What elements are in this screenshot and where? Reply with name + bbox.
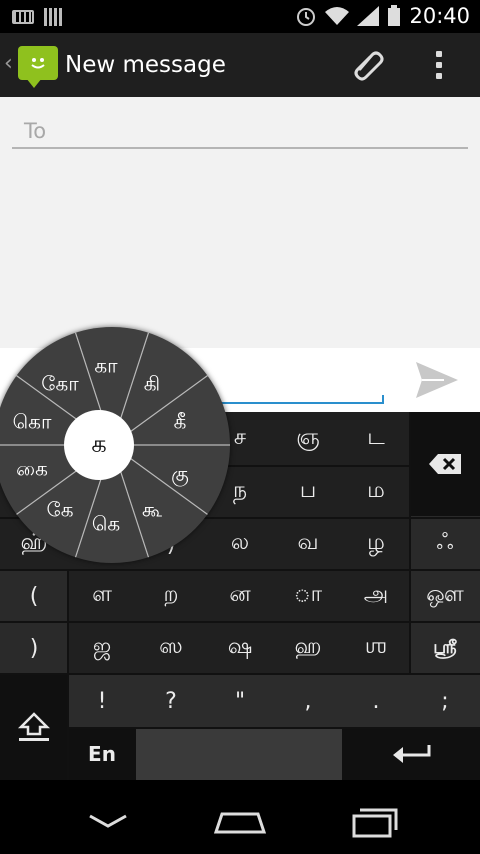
wheel-petal[interactable]: கோ xyxy=(41,372,78,399)
language-key[interactable]: En xyxy=(68,728,136,780)
compose-area: To xyxy=(0,97,480,348)
wheel-petal[interactable]: கை xyxy=(16,457,48,484)
send-icon[interactable] xyxy=(414,360,460,400)
key[interactable]: ! xyxy=(68,674,136,728)
key[interactable]: ( xyxy=(0,570,68,622)
key[interactable]: ஶ xyxy=(342,622,410,674)
key[interactable]: ட xyxy=(342,412,410,466)
key[interactable]: ) xyxy=(0,622,68,674)
page-title: New message xyxy=(65,52,226,78)
overflow-menu-icon[interactable] xyxy=(436,51,444,79)
key[interactable]: ள xyxy=(68,570,136,622)
wheel-petal[interactable]: கா xyxy=(94,354,117,381)
wheel-petal[interactable]: கு xyxy=(171,462,189,489)
status-time: 20:40 xyxy=(409,4,470,28)
key[interactable]: அ xyxy=(342,570,410,622)
recents-icon[interactable] xyxy=(344,802,404,838)
key[interactable]: " xyxy=(206,674,274,728)
wheel-center-key[interactable]: க xyxy=(64,410,134,480)
space-key[interactable] xyxy=(136,728,342,780)
wheel-petal[interactable]: கி xyxy=(144,372,160,399)
action-bar: ‹ New message xyxy=(0,33,480,97)
navigation-bar xyxy=(0,780,480,854)
backspace-icon xyxy=(429,454,461,474)
wheel-petal[interactable]: கே xyxy=(47,498,74,525)
key[interactable]: ப xyxy=(274,466,342,518)
key[interactable]: ழ xyxy=(342,518,410,570)
key[interactable]: ஞ xyxy=(274,412,342,466)
to-placeholder: To xyxy=(24,119,47,143)
keyboard-notification-icon xyxy=(12,10,34,24)
key[interactable]: ன xyxy=(206,570,274,622)
key[interactable]: ஃ xyxy=(410,518,480,570)
paperclip-icon[interactable] xyxy=(350,47,386,83)
to-field[interactable]: To xyxy=(12,113,468,149)
backspace-key[interactable] xyxy=(410,412,480,516)
key[interactable]: ற xyxy=(136,570,206,622)
key[interactable]: வ xyxy=(274,518,342,570)
key[interactable]: ா xyxy=(274,570,342,622)
up-caret-icon[interactable]: ‹ xyxy=(4,51,13,76)
shift-key[interactable] xyxy=(0,674,68,780)
key[interactable]: ஹ xyxy=(274,622,342,674)
character-wheel[interactable]: கா கி கீ கு கூ கெ கே கை கொ கோ க xyxy=(0,327,230,563)
key[interactable]: ஜ xyxy=(68,622,136,674)
back-icon[interactable] xyxy=(78,802,138,838)
shift-icon xyxy=(17,712,51,741)
key[interactable]: ? xyxy=(136,674,206,728)
signal-icon xyxy=(357,6,380,26)
notification-icon xyxy=(44,8,62,26)
wheel-petal[interactable]: கெ xyxy=(92,512,120,539)
wheel-petal[interactable]: கீ xyxy=(174,410,187,437)
enter-icon xyxy=(393,745,431,763)
enter-key[interactable] xyxy=(342,728,480,780)
alarm-icon xyxy=(297,8,316,26)
key[interactable]: ம xyxy=(342,466,410,518)
wifi-icon xyxy=(325,7,350,25)
wheel-petal[interactable]: கொ xyxy=(13,410,52,437)
wheel-petal[interactable]: கூ xyxy=(142,498,162,525)
home-icon[interactable] xyxy=(210,802,270,838)
key[interactable]: ஷ xyxy=(206,622,274,674)
messaging-app-icon[interactable] xyxy=(18,46,58,88)
key[interactable]: ; xyxy=(410,674,480,728)
key[interactable]: ஸ xyxy=(136,622,206,674)
key[interactable]: ஔ xyxy=(410,570,480,622)
key[interactable]: ஶ்ரீ xyxy=(410,622,480,674)
key[interactable]: , xyxy=(274,674,342,728)
status-bar: 20:40 xyxy=(0,0,480,33)
battery-icon xyxy=(388,5,401,26)
key[interactable]: . xyxy=(342,674,410,728)
